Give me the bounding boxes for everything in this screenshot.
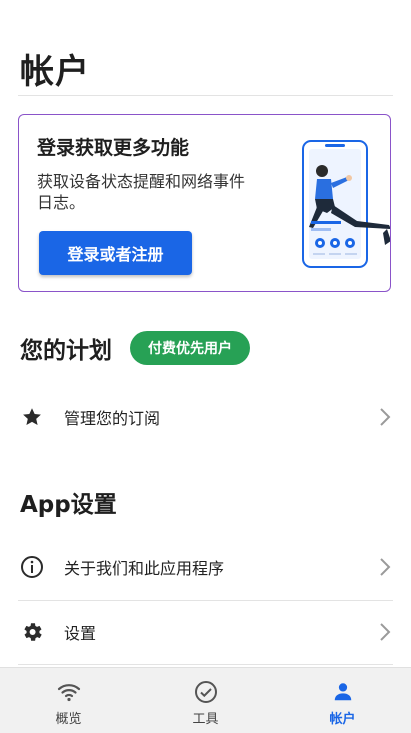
chevron-right-icon (380, 558, 391, 576)
check-circle-icon (193, 679, 219, 705)
chevron-right-icon (380, 408, 391, 426)
plan-title: 您的计划 (20, 338, 112, 364)
settings-row[interactable]: 设置 (0, 601, 411, 663)
person-icon (330, 679, 356, 705)
promo-description: 获取设备状态提醒和网络事件日志。 (37, 172, 246, 212)
plan-header: 您的计划 付费优先用户 (20, 330, 250, 366)
gear-icon (20, 620, 44, 644)
nav-label-account: 帐户 (329, 712, 356, 727)
login-or-register-button[interactable]: 登录或者注册 (39, 231, 192, 275)
nav-label-tools: 工具 (192, 712, 219, 727)
about-us-label: 关于我们和此应用程序 (64, 559, 225, 578)
manage-subscription-row[interactable]: 管理您的订阅 (0, 386, 411, 448)
promo-title: 登录获取更多功能 (37, 137, 190, 159)
nav-item-tools[interactable]: 工具 (137, 668, 274, 733)
manage-subscription-label: 管理您的订阅 (64, 409, 161, 428)
about-us-row[interactable]: 关于我们和此应用程序 (0, 536, 411, 598)
phone-illustration (302, 140, 390, 268)
chevron-right-icon (380, 623, 391, 641)
bottom-navigation: 概览 工具 帐户 (0, 667, 411, 733)
nav-item-overview[interactable]: 概览 (0, 668, 137, 733)
wifi-icon (56, 679, 82, 705)
settings-label: 设置 (64, 624, 97, 643)
nav-item-account[interactable]: 帐户 (274, 668, 411, 733)
nav-label-overview: 概览 (55, 712, 82, 727)
row-divider (18, 664, 393, 665)
page-title: 帐户 (20, 52, 90, 92)
title-divider (18, 95, 393, 96)
app-settings-title: App设置 (20, 492, 117, 518)
login-promo-card: 登录获取更多功能 获取设备状态提醒和网络事件日志。 登录或者注册 (18, 114, 391, 292)
plan-status-badge: 付费优先用户 (130, 331, 250, 365)
star-icon (20, 405, 44, 429)
info-icon (20, 555, 44, 579)
